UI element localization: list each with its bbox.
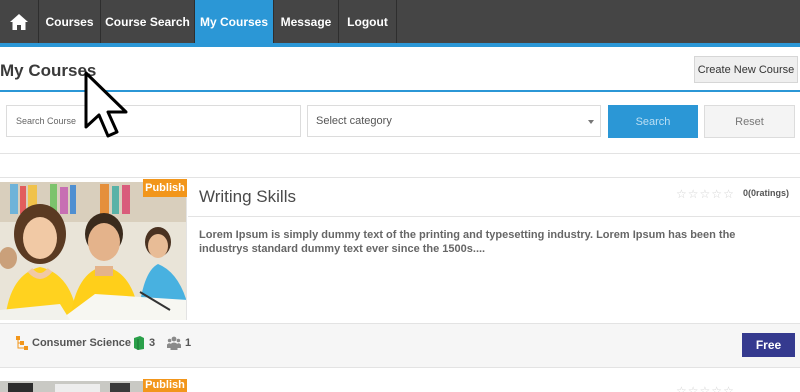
star-icon[interactable]: ☆ xyxy=(688,188,699,200)
home-icon xyxy=(10,13,28,30)
star-icon[interactable]: ☆ xyxy=(700,188,711,200)
nav-logout[interactable]: Logout xyxy=(339,0,397,43)
course-title[interactable]: Writing Skills xyxy=(199,187,296,207)
top-nav: Courses Course Search My Courses Message… xyxy=(0,0,800,43)
rating-stars[interactable]: ☆ ☆ ☆ ☆ ☆ xyxy=(676,188,734,200)
category-select[interactable]: Select category xyxy=(307,105,601,137)
search-button[interactable]: Search xyxy=(608,105,698,138)
caret-down-icon xyxy=(588,120,594,124)
star-icon[interactable]: ☆ xyxy=(723,385,734,392)
nav-accent-bar xyxy=(0,43,800,47)
filter-divider xyxy=(0,153,800,154)
students-photo xyxy=(0,182,186,320)
course-lessons-count: 3 xyxy=(149,337,156,349)
nav-course-search[interactable]: Course Search xyxy=(101,0,195,43)
nav-courses[interactable]: Courses xyxy=(39,0,101,43)
card-divider xyxy=(188,216,800,217)
page-title: My Courses xyxy=(0,61,97,80)
create-new-course-button[interactable]: Create New Course xyxy=(694,56,798,83)
mouse-cursor-icon xyxy=(84,71,128,138)
free-price-button[interactable]: Free xyxy=(742,333,795,357)
publish-badge: Publish xyxy=(143,179,187,197)
course-description: Lorem Ipsum is simply dummy text of the … xyxy=(199,229,736,255)
star-icon[interactable]: ☆ xyxy=(700,385,711,392)
nav-home[interactable] xyxy=(0,0,39,43)
course-category: Consumer Science xyxy=(16,336,131,350)
course-students-count: 1 xyxy=(185,337,192,349)
publish-badge: Publish xyxy=(143,379,187,392)
star-icon[interactable]: ☆ xyxy=(676,188,687,200)
category-icon xyxy=(16,336,28,350)
ratings-count: 0(0ratings) xyxy=(743,188,790,198)
course-lessons: 3 xyxy=(133,336,155,350)
search-course-input[interactable] xyxy=(6,105,301,137)
star-icon[interactable]: ☆ xyxy=(711,188,722,200)
course-thumbnail[interactable] xyxy=(0,182,187,320)
nav-message[interactable]: Message xyxy=(274,0,339,43)
star-icon[interactable]: ☆ xyxy=(723,188,734,200)
nav-my-courses[interactable]: My Courses xyxy=(195,0,274,43)
category-select-value: Select category xyxy=(316,115,392,127)
book-icon xyxy=(134,336,144,350)
course-students: 1 xyxy=(167,336,191,350)
star-icon[interactable]: ☆ xyxy=(676,385,687,392)
course-category-label: Consumer Science xyxy=(32,337,132,349)
rating-stars[interactable]: ☆ ☆ ☆ ☆ ☆ xyxy=(676,385,734,392)
users-icon xyxy=(167,336,181,350)
star-icon[interactable]: ☆ xyxy=(688,385,699,392)
star-icon[interactable]: ☆ xyxy=(711,385,722,392)
reset-button[interactable]: Reset xyxy=(704,105,795,138)
